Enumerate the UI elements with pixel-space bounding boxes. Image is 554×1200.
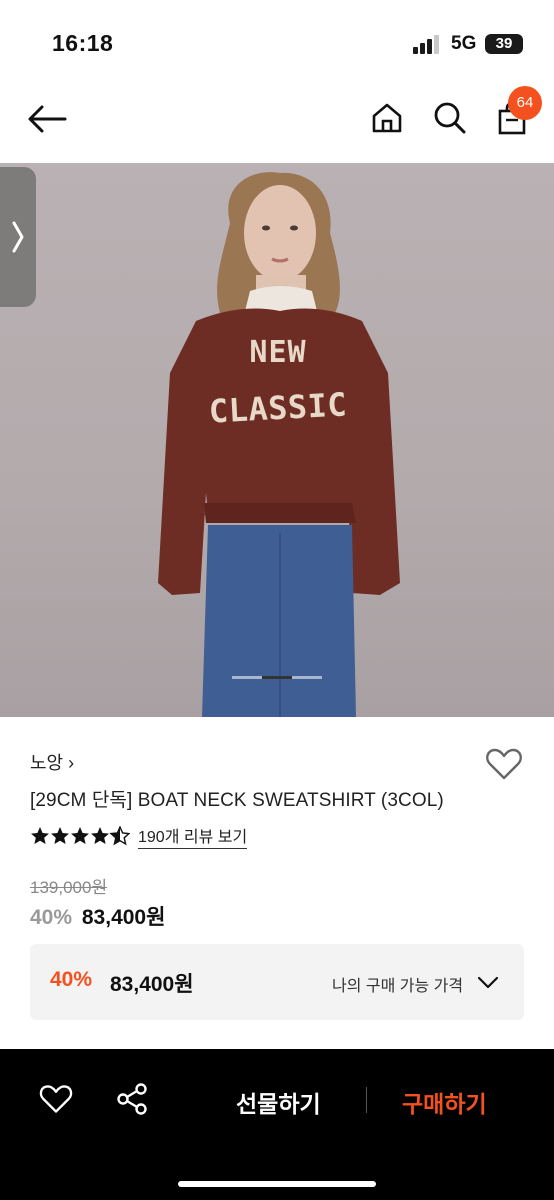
gift-button[interactable]: 선물하기	[236, 1085, 321, 1119]
heart-icon	[486, 748, 522, 780]
share-icon	[117, 1083, 147, 1115]
signal-icon	[413, 35, 439, 54]
product-photo	[158, 172, 400, 717]
side-panel-handle[interactable]	[0, 167, 36, 307]
brand-link[interactable]: 노앙 ›	[30, 749, 74, 775]
home-button[interactable]	[366, 96, 408, 140]
benefit-price: 83,400원	[110, 973, 194, 996]
my-price-dropdown[interactable]: 40% 83,400원 나의 구매 가능 가격	[30, 944, 524, 1020]
home-indicator	[178, 1181, 376, 1187]
stars-icon	[31, 826, 130, 845]
chevron-right-icon	[12, 221, 24, 253]
search-icon	[434, 102, 466, 134]
buy-button[interactable]: 구매하기	[402, 1085, 487, 1119]
product-image[interactable]: NEW CLASSIC	[0, 163, 554, 717]
home-icon	[372, 103, 402, 133]
benefit-label: 나의 구매 가능 가격	[332, 978, 464, 995]
status-bar: 16:18 5G 39	[0, 0, 554, 88]
original-price: 139,000원	[30, 878, 108, 897]
reviews-link[interactable]: 190개 리뷰 보기	[138, 823, 248, 849]
top-nav: 64	[0, 86, 554, 164]
bottom-action-bar: 선물하기 구매하기	[0, 1049, 554, 1200]
star-rating	[30, 826, 130, 846]
bottom-wishlist-button[interactable]	[38, 1081, 74, 1117]
divider	[366, 1087, 367, 1113]
back-button[interactable]	[22, 98, 72, 140]
wishlist-button[interactable]	[484, 744, 524, 784]
search-button[interactable]	[428, 96, 472, 140]
benefit-discount: 40%	[50, 968, 93, 991]
battery-icon: 39	[485, 34, 523, 54]
print-line1: NEW	[249, 335, 307, 370]
status-time: 16:18	[52, 30, 114, 56]
arrow-left-icon	[28, 105, 67, 133]
share-button[interactable]	[114, 1081, 150, 1117]
rating-row: 190개 리뷰 보기	[30, 823, 248, 849]
sale-price-row: 40% 83,400원	[30, 901, 165, 931]
network-label: 5G	[451, 33, 477, 54]
image-pager-active	[262, 676, 292, 679]
chevron-down-icon	[477, 976, 499, 989]
image-pager	[232, 676, 322, 679]
discount-percent: 40%	[30, 906, 73, 929]
heart-icon	[39, 1085, 73, 1113]
sale-price: 83,400원	[81, 906, 166, 929]
cart-count-badge: 64	[508, 86, 542, 120]
product-title: [29CM 단독] BOAT NECK SWEATSHIRT (3COL)	[30, 790, 444, 811]
